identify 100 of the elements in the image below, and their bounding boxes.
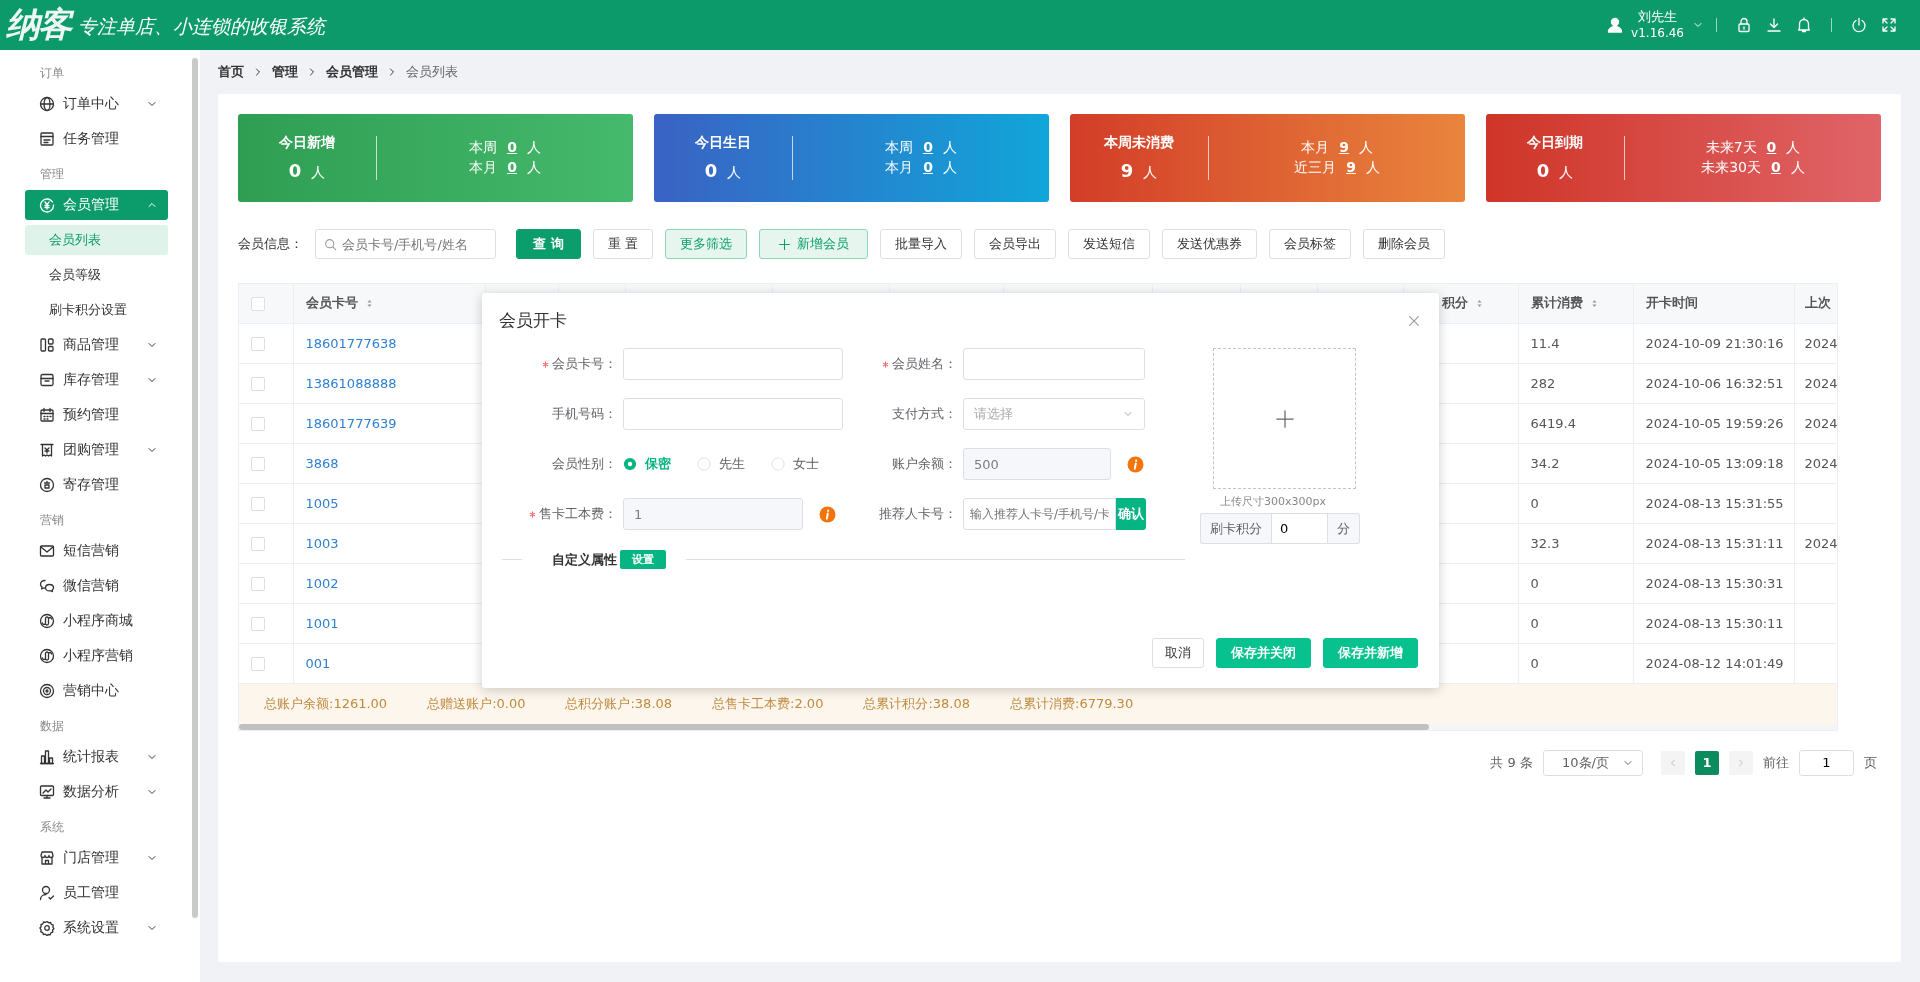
input-field[interactable] (963, 348, 1145, 380)
sidebar-item[interactable]: 任务管理 (25, 124, 168, 154)
table-cell: 2024-08-13 15:31:11 (1645, 535, 1784, 551)
slogan: 专注单店、小连锁的收银系统 (78, 14, 325, 39)
column-header[interactable]: 会员卡号 (305, 294, 358, 313)
sidebar-item[interactable]: 库存管理 (25, 365, 168, 395)
upload-area[interactable] (1213, 348, 1356, 489)
checkbox[interactable] (251, 376, 265, 391)
stat-unit: 人 (1790, 159, 1805, 177)
page-input[interactable]: 1 (1799, 749, 1854, 776)
sidebar-item[interactable]: 门店管理 (25, 843, 168, 873)
card-number-link[interactable]: 3868 (305, 455, 339, 471)
card-number-link[interactable]: 1003 (305, 535, 339, 551)
submenu-item[interactable]: 会员等级 (25, 260, 168, 290)
stat-unit: 人 (526, 159, 541, 177)
radio-option[interactable]: 先生 (697, 455, 745, 473)
stat-label: 本月 (885, 159, 914, 177)
sidebar-item[interactable]: 数据分析 (25, 777, 168, 807)
upload-hint: 上传尺寸300x300px (1220, 494, 1326, 509)
toolbar-button[interactable]: 批量导入 (879, 229, 962, 259)
user-name[interactable]: 刘先生 (1638, 9, 1678, 25)
card-number-link[interactable]: 1002 (305, 575, 339, 591)
card-number-link[interactable]: 1001 (305, 615, 339, 631)
sidebar-item[interactable]: 系统设置 (25, 913, 168, 943)
stat-label: 未来7天 (1705, 139, 1757, 157)
fullscreen-icon[interactable] (1881, 17, 1897, 33)
stat-label: 本周 (469, 139, 498, 157)
stat-link[interactable]: 0 (1766, 139, 1777, 155)
toolbar-button[interactable]: 发送优惠券 (1161, 229, 1257, 259)
toolbar-button[interactable]: 发送短信 (1067, 229, 1150, 259)
lock-icon[interactable] (1736, 17, 1752, 33)
sidebar-item[interactable]: 营销中心 (25, 676, 168, 706)
dialog-button[interactable]: 取消 (1152, 638, 1204, 668)
sidebar-item[interactable]: 会员管理 (25, 190, 168, 220)
card-number-link[interactable]: 001 (305, 655, 331, 671)
input-field[interactable] (623, 398, 843, 430)
card-number-link[interactable]: 18601777639 (305, 415, 397, 431)
breadcrumb-item[interactable]: 首页 (218, 63, 244, 81)
search-field[interactable]: 会员卡号/手机号/姓名 (315, 229, 496, 259)
sidebar-item[interactable]: 员工管理 (25, 878, 168, 908)
checkbox[interactable] (251, 616, 265, 631)
radio-option[interactable]: 女士 (771, 455, 819, 473)
prev-page-button[interactable] (1661, 750, 1685, 775)
sidebar-item[interactable]: 订单中心 (25, 89, 168, 119)
info-icon[interactable] (819, 505, 836, 523)
coin-icon (39, 197, 55, 213)
power-icon[interactable] (1851, 17, 1867, 33)
checkbox[interactable] (251, 297, 265, 311)
field-label: 售卡工本费： (539, 505, 617, 523)
chat-icon (39, 578, 55, 594)
stat-unit: 人 (942, 139, 957, 157)
table-cell: 34.2 (1530, 455, 1560, 471)
sidebar-item[interactable]: 预约管理 (25, 400, 168, 430)
checkbox[interactable] (251, 536, 265, 551)
user-icon[interactable] (1607, 17, 1624, 33)
table-cell: 2024 (1804, 375, 1837, 391)
breadcrumb-item[interactable]: 管理 (272, 63, 298, 81)
submenu-item[interactable]: 刷卡积分设置 (25, 295, 168, 325)
toolbar-button[interactable]: 会员标签 (1268, 229, 1351, 259)
sidebar-item[interactable]: 统计报表 (25, 742, 168, 772)
input-field[interactable]: 0 (1271, 513, 1328, 544)
field-addon: 刷卡积分 (1200, 513, 1271, 544)
scrollbar-thumb[interactable] (239, 723, 1429, 730)
sidebar-item[interactable]: 微信营销 (25, 571, 168, 601)
checkbox[interactable] (251, 576, 265, 591)
info-icon[interactable] (1127, 455, 1144, 473)
close-icon[interactable] (1407, 313, 1421, 328)
sidebar-item[interactable]: 短信营销 (25, 536, 168, 566)
sidebar-item[interactable]: 寄存管理 (25, 470, 168, 500)
card-number-link[interactable]: 18601777638 (305, 335, 397, 351)
toolbar-button[interactable]: 会员导出 (973, 229, 1056, 259)
card-number-link[interactable]: 1005 (305, 495, 339, 511)
table-cell: 2024-08-12 14:01:49 (1645, 655, 1784, 671)
stat-link[interactable]: 0 (1771, 159, 1781, 175)
download-icon[interactable] (1766, 17, 1782, 33)
plus-icon (1274, 408, 1295, 429)
sidebar-item[interactable]: 团购管理 (25, 435, 168, 465)
bell-icon[interactable] (1796, 17, 1812, 33)
next-page-button[interactable] (1729, 750, 1753, 775)
card-number-link[interactable]: 13861088888 (305, 375, 397, 391)
page-size-select[interactable]: 10条/页 (1543, 749, 1643, 776)
column-header[interactable]: 积分 (1441, 294, 1468, 313)
bar-chart-icon (39, 749, 55, 765)
toolbar-button[interactable]: 删除会员 (1362, 229, 1445, 259)
checkbox[interactable] (251, 416, 265, 431)
checkbox[interactable] (251, 336, 265, 351)
stat-title: 今日生日 (695, 134, 751, 152)
sidebar-item[interactable]: 商品管理 (25, 330, 168, 360)
globe-icon (39, 96, 55, 112)
input-field[interactable]: 输入推荐人卡号/手机号/卡 (963, 498, 1116, 530)
input-field[interactable] (623, 348, 843, 380)
checkbox[interactable] (251, 496, 265, 511)
sidebar-item[interactable]: 小程序商城 (25, 606, 168, 636)
section-title: 订单 (39, 65, 65, 82)
breadcrumb-item[interactable]: 会员管理 (326, 63, 378, 81)
sidebar-item[interactable]: 小程序营销 (25, 641, 168, 671)
checkbox[interactable] (251, 456, 265, 471)
toolbar-button[interactable]: 重 置 (592, 229, 653, 259)
page-number[interactable]: 1 (1695, 750, 1719, 775)
checkbox[interactable] (251, 656, 265, 671)
